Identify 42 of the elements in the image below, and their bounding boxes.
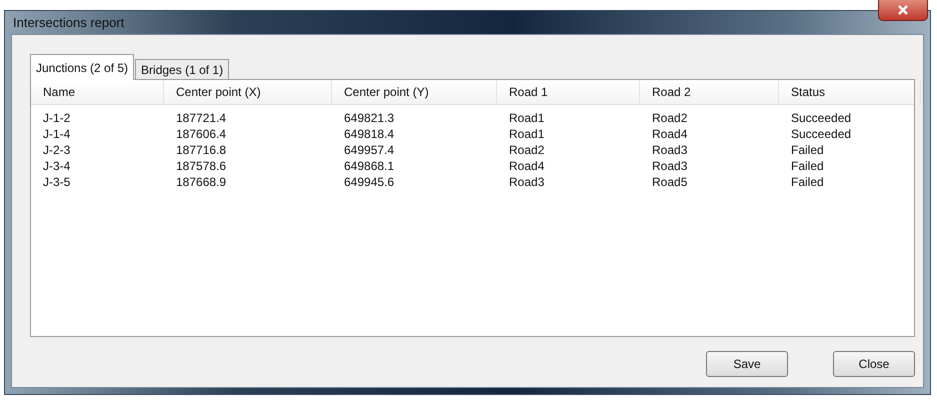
tab[interactable]: Junctions (2 of 5) bbox=[30, 54, 134, 80]
table-cell-text: Road4 bbox=[651, 126, 688, 142]
window-title: Intersections report bbox=[13, 15, 124, 30]
table-cell-text: Failed bbox=[790, 174, 825, 190]
table-cell-text: Succeeded bbox=[790, 126, 852, 142]
table-cell-text: Road5 bbox=[651, 174, 688, 190]
table-cell-text: 649818.4 bbox=[343, 126, 396, 142]
column-header[interactable]: Center point (X) bbox=[164, 80, 332, 104]
table-cell-text: 649821.3 bbox=[343, 110, 396, 126]
table-cell-text: Road1 bbox=[508, 126, 546, 142]
table-cell-text: 187716.8 bbox=[175, 142, 228, 158]
column-header[interactable]: Center point (Y) bbox=[332, 80, 497, 104]
table-cell-text: J-2-3 bbox=[42, 142, 72, 158]
table-cell-text: 187606.4 bbox=[175, 126, 228, 142]
close-icon[interactable] bbox=[878, 0, 928, 21]
table-cell-text: Road3 bbox=[651, 158, 688, 174]
table-cell-text: 187668.9 bbox=[175, 174, 228, 190]
table-cell-text: J-3-4 bbox=[42, 158, 72, 174]
table-cell-text: Road3 bbox=[508, 174, 546, 190]
table-cell-text: 187578.6 bbox=[175, 158, 228, 174]
close-button[interactable]: Close bbox=[833, 351, 915, 377]
save-button[interactable]: Save bbox=[706, 351, 788, 377]
table-cell-text: J-3-5 bbox=[42, 174, 72, 190]
table-cell-text: Failed bbox=[790, 142, 825, 158]
table-cell-text: 649957.4 bbox=[343, 142, 396, 158]
table-cell-text: 649945.6 bbox=[343, 174, 396, 190]
table-cell-text: Road1 bbox=[508, 110, 546, 126]
table-cell-text: Succeeded bbox=[790, 110, 852, 126]
column-header[interactable]: Status bbox=[779, 80, 921, 104]
table-cell-text: 187721.4 bbox=[175, 110, 228, 126]
column-header[interactable]: Road 1 bbox=[497, 80, 640, 104]
column-header[interactable]: Name bbox=[31, 80, 164, 104]
table-cell-text: Road2 bbox=[651, 110, 688, 126]
table-cell-text: Road4 bbox=[508, 158, 546, 174]
table-cell-text: J-1-2 bbox=[42, 110, 72, 126]
table-cell-text: 649868.1 bbox=[343, 158, 396, 174]
table-cell-text: Road3 bbox=[651, 142, 688, 158]
tab[interactable]: Bridges (1 of 1) bbox=[135, 59, 230, 80]
table-cell-text: J-1-4 bbox=[42, 126, 72, 142]
table-cell-text: Road2 bbox=[508, 142, 546, 158]
table-cell-text: Failed bbox=[790, 158, 825, 174]
column-header[interactable]: Road 2 bbox=[640, 80, 779, 104]
